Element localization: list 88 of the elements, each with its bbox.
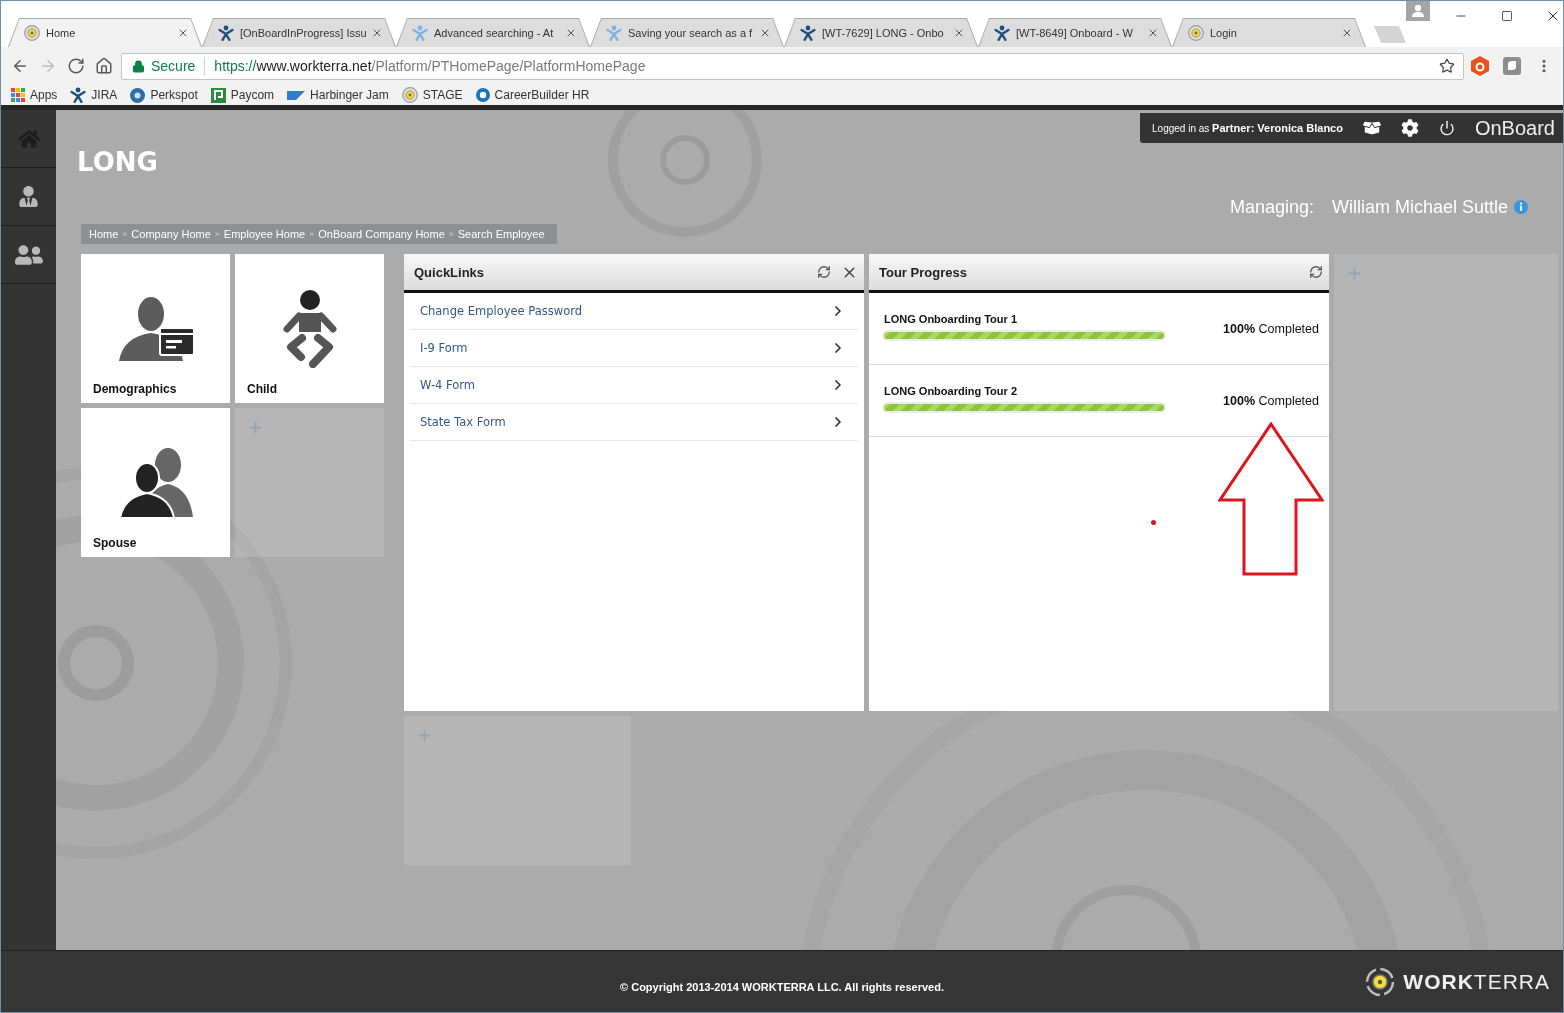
figure-icon [606, 25, 622, 41]
spouse-tile[interactable]: Spouse [81, 408, 230, 557]
bookmark-link[interactable]: STAGE [401, 87, 463, 103]
home-icon [17, 127, 40, 150]
grid-icon [11, 88, 25, 102]
quicklink-item[interactable]: State Tax Form [410, 404, 858, 441]
person-icon [18, 186, 39, 207]
info-icon[interactable] [1514, 200, 1528, 214]
forward-icon [39, 57, 57, 75]
breadcrumb-separator: » [214, 229, 220, 239]
disc-icon [130, 87, 146, 103]
square-icon [210, 87, 226, 103]
browser-tab[interactable]: Login [1172, 18, 1366, 47]
browser-tab[interactable]: [WT-8649] Onboard - W [978, 18, 1172, 47]
breadcrumb-separator: » [309, 229, 315, 239]
figure-icon [994, 25, 1010, 41]
target-icon [1188, 25, 1204, 41]
bookmark-link[interactable]: JIRA [70, 87, 118, 103]
close-icon[interactable] [1147, 27, 1159, 39]
bookmark-link[interactable]: Perkspot [130, 87, 198, 103]
login-status: Logged in as Partner: Veronica Blanco [1152, 122, 1343, 134]
figure-icon [70, 87, 87, 103]
plus-icon [247, 419, 264, 436]
back-icon [11, 57, 29, 75]
browser-tab[interactable]: Saving your search as a f [590, 18, 784, 47]
breadcrumb-separator: » [122, 229, 128, 239]
refresh-icon[interactable] [817, 265, 831, 279]
copyright-text: © Copyright 2013-2014 WORKTERRA LLC. All rights reserved. [620, 980, 944, 993]
browser-tab[interactable]: [WT-7629] LONG - Onbo [784, 18, 978, 47]
hexagon-icon[interactable] [1471, 56, 1489, 76]
app-name: OnBoard [1474, 116, 1555, 140]
browser-tab[interactable]: [OnBoardInProgress] Issu [202, 18, 396, 47]
figure-icon [800, 25, 816, 41]
quicklink-item[interactable]: W-4 Form [410, 367, 858, 404]
close-icon[interactable] [953, 27, 965, 39]
bookmark-link[interactable]: Harbinger Jam [287, 88, 389, 102]
tour-name: LONG Onboarding Tour 2 [884, 384, 1018, 397]
close-icon[interactable] [1341, 27, 1353, 39]
url-text: https://www.workterra.net/Platform/PTHomePage/PlatformHomePage [214, 58, 646, 74]
refresh-icon[interactable] [1309, 265, 1323, 279]
demographics-tile[interactable]: Demographics [81, 254, 230, 403]
figure-icon [412, 25, 428, 41]
close-icon[interactable] [371, 27, 383, 39]
ring-icon [475, 88, 490, 102]
bookmark-link[interactable]: Apps [11, 88, 58, 102]
power-icon[interactable] [1438, 120, 1455, 136]
completion-text: 100% Completed [1223, 393, 1319, 408]
dot-icon [1151, 520, 1156, 525]
close-icon[interactable] [759, 27, 771, 39]
settings-icon[interactable] [1400, 119, 1419, 137]
page-title: LONG [77, 146, 158, 178]
completion-text: 100% Completed [1223, 321, 1319, 336]
panel-title: QuickLinks [414, 264, 486, 280]
managing-label: Managing: [1229, 196, 1314, 218]
quicklink-item[interactable]: Change Employee Password [410, 293, 858, 330]
reload-icon [67, 57, 85, 75]
logo-icon [1365, 966, 1396, 997]
browser-tab[interactable]: Home [8, 18, 202, 47]
maximize-icon [1501, 10, 1513, 22]
breadcrumb-separator: » [448, 229, 454, 239]
trapezoid-icon [287, 90, 306, 100]
two-people-icon [118, 447, 193, 519]
home-icon [95, 57, 113, 75]
lock-icon [132, 59, 145, 73]
target-icon [24, 25, 40, 41]
star-icon[interactable] [1439, 58, 1455, 74]
person-card-icon [116, 295, 195, 363]
baby-icon [281, 290, 338, 368]
address-field[interactable]: Secure https://www.workterra.net/Platform/PTHomePage/PlatformHomePage [121, 52, 1464, 80]
plus-icon [416, 727, 433, 744]
add-tile[interactable] [235, 408, 384, 557]
box-icon[interactable] [1362, 119, 1381, 137]
browser-tab[interactable]: Advanced searching - At [396, 18, 590, 47]
close-icon[interactable] [565, 27, 577, 39]
logo-text: WORKTERRA [1403, 969, 1550, 994]
bookmark-link[interactable]: CareerBuilder HR [475, 88, 590, 102]
bookmark-link[interactable]: Paycom [210, 87, 275, 103]
tile-icon[interactable] [1503, 57, 1521, 75]
plus-icon [1346, 265, 1363, 282]
close-icon[interactable] [177, 27, 189, 39]
managed-employee-name: William Michael Suttle [1331, 196, 1508, 218]
figure-icon [218, 25, 234, 41]
target-icon [401, 87, 418, 103]
child-tile[interactable]: Child [235, 254, 384, 403]
quicklink-item[interactable]: I-9 Form [410, 330, 858, 367]
panel-title: Tour Progress [879, 264, 968, 280]
security-status: Secure [151, 58, 196, 74]
tour-name: LONG Onboarding Tour 1 [884, 312, 1018, 325]
